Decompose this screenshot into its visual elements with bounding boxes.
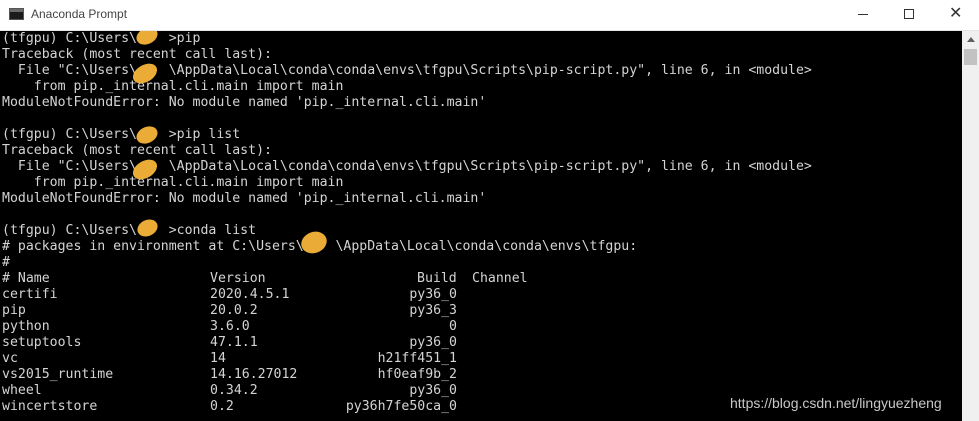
package-build: hf0eaf9b_2 [377, 367, 457, 382]
package-version: 47.1.1 [210, 335, 258, 350]
scrollbar-thumb[interactable] [964, 49, 977, 65]
window-title: Anaconda Prompt [31, 7, 128, 21]
console-line: (tfgpu) C:\Users\ >pip list [2, 127, 241, 142]
package-name: vc [2, 351, 18, 366]
console-line: Traceback (most recent call last): [2, 47, 272, 62]
package-version: 0.2 [210, 399, 234, 414]
title-bar: Anaconda Prompt ✕ [0, 0, 979, 31]
package-build: py36_3 [409, 303, 457, 318]
maximize-icon [904, 9, 914, 19]
console-line: ModuleNotFoundError: No module named 'pi… [2, 191, 487, 206]
close-icon: ✕ [949, 3, 963, 22]
package-build: py36_0 [409, 383, 457, 398]
vertical-scrollbar[interactable] [962, 31, 979, 421]
package-build: py36_0 [409, 287, 457, 302]
console-line: # [2, 255, 10, 270]
package-build: 0 [449, 319, 457, 334]
console-window-icon [9, 8, 24, 20]
minimize-button[interactable] [840, 0, 886, 30]
package-version: 14.16.27012 [210, 367, 298, 382]
minimize-icon [858, 14, 868, 15]
table-header-name: # Name [2, 271, 50, 286]
table-header-channel: Channel [472, 271, 528, 286]
package-name: certifi [2, 287, 58, 302]
console-line: (tfgpu) C:\Users\ >pip [2, 31, 201, 46]
package-build: py36_0 [409, 335, 457, 350]
maximize-button[interactable] [886, 0, 932, 30]
table-header-version: Version [210, 271, 266, 286]
console-line: from pip._internal.cli.main import main [2, 79, 344, 94]
console-line: (tfgpu) C:\Users\ >conda list [2, 223, 257, 238]
console-output[interactable]: (tfgpu) C:\Users\ >pip Traceback (most r… [0, 31, 962, 421]
package-name: python [2, 319, 50, 334]
console-line: ModuleNotFoundError: No module named 'pi… [2, 95, 487, 110]
table-header-build: Build [417, 271, 457, 286]
package-version: 20.0.2 [210, 303, 258, 318]
package-name: wincertstore [2, 399, 98, 414]
close-button[interactable]: ✕ [932, 0, 978, 30]
package-build: py36h7fe50ca_0 [345, 399, 457, 414]
package-build: h21ff451_1 [377, 351, 457, 366]
watermark: https://blog.csdn.net/lingyuezheng [730, 395, 942, 411]
package-version: 2020.4.5.1 [210, 287, 290, 302]
package-name: pip [2, 303, 26, 318]
package-version: 0.34.2 [210, 383, 258, 398]
console-line: from pip._internal.cli.main import main [2, 175, 344, 190]
package-version: 14 [210, 351, 226, 366]
package-name: wheel [2, 383, 42, 398]
console-line: File "C:\Users\ \AppData\Local\conda\con… [2, 159, 812, 174]
console-line: Traceback (most recent call last): [2, 143, 272, 158]
package-version: 3.6.0 [210, 319, 250, 334]
scroll-up-icon[interactable] [967, 37, 975, 42]
console-line: File "C:\Users\ \AppData\Local\conda\con… [2, 63, 812, 78]
package-name: setuptools [2, 335, 82, 350]
package-name: vs2015_runtime [2, 367, 114, 382]
